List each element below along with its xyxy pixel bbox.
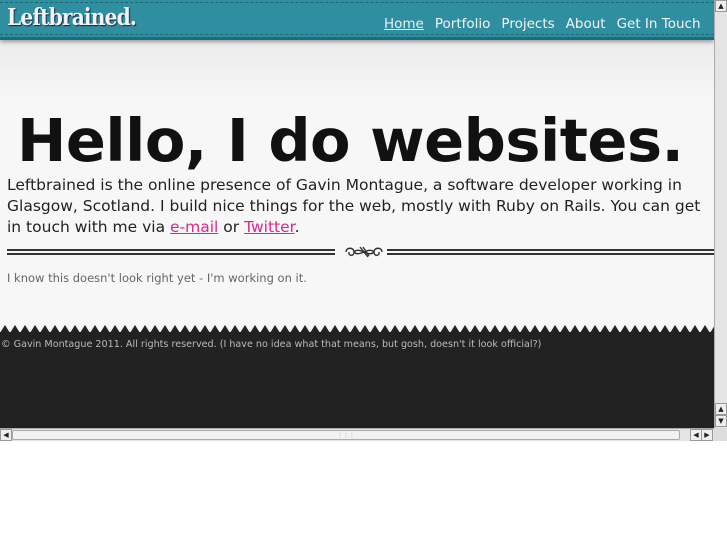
page-viewport: Leftbrained. Home Portfolio Projects About G… xyxy=(0,0,714,428)
site-header: Leftbrained. Home Portfolio Projects About G… xyxy=(0,0,714,40)
status-note: I know this doesn't look right yet - I'm… xyxy=(7,271,307,285)
nav-portfolio[interactable]: Portfolio xyxy=(435,16,491,32)
scroll-right-icon[interactable]: ▶ xyxy=(701,429,713,441)
divider-rule-left xyxy=(7,249,335,255)
nav-home[interactable]: Home xyxy=(384,16,424,32)
intro-or: or xyxy=(218,218,245,236)
page-title: Hello, I do websites. xyxy=(17,106,684,175)
nav-about[interactable]: About xyxy=(566,16,606,32)
hero-background xyxy=(0,40,714,100)
intro-end: . xyxy=(294,218,300,236)
site-logo[interactable]: Leftbrained. xyxy=(7,4,137,31)
intro-paragraph: Leftbrained is the online presence of Ga… xyxy=(7,175,714,238)
flourish-icon xyxy=(345,246,383,258)
intro-text: Leftbrained is the online presence of Ga… xyxy=(7,176,701,236)
horizontal-scrollbar[interactable]: ◀ ⋮⋮⋮ ◀ ▶ xyxy=(0,428,714,441)
nav-get-in-touch[interactable]: Get In Touch xyxy=(617,16,701,32)
twitter-link[interactable]: Twitter xyxy=(244,218,295,236)
nav-projects[interactable]: Projects xyxy=(501,16,554,32)
main-nav: Home Portfolio Projects About Get In Touch xyxy=(384,16,712,32)
scrollbar-corner xyxy=(714,428,727,441)
scroll-up-icon[interactable]: ▲ xyxy=(715,0,727,12)
ornamental-divider xyxy=(7,246,714,258)
copyright-text: © Gavin Montague 2011. All rights reserv… xyxy=(1,339,542,350)
divider-rule-right xyxy=(387,249,714,255)
vertical-scrollbar[interactable]: ▲ ▲ ▼ xyxy=(714,0,727,428)
scroll-up-icon-bottom[interactable]: ▲ xyxy=(715,403,727,415)
scroll-left-icon[interactable]: ◀ xyxy=(0,429,12,441)
email-link[interactable]: e-mail xyxy=(170,218,218,236)
horizontal-scroll-thumb[interactable]: ⋮⋮⋮ xyxy=(12,430,680,440)
scroll-down-icon[interactable]: ▼ xyxy=(715,415,727,427)
